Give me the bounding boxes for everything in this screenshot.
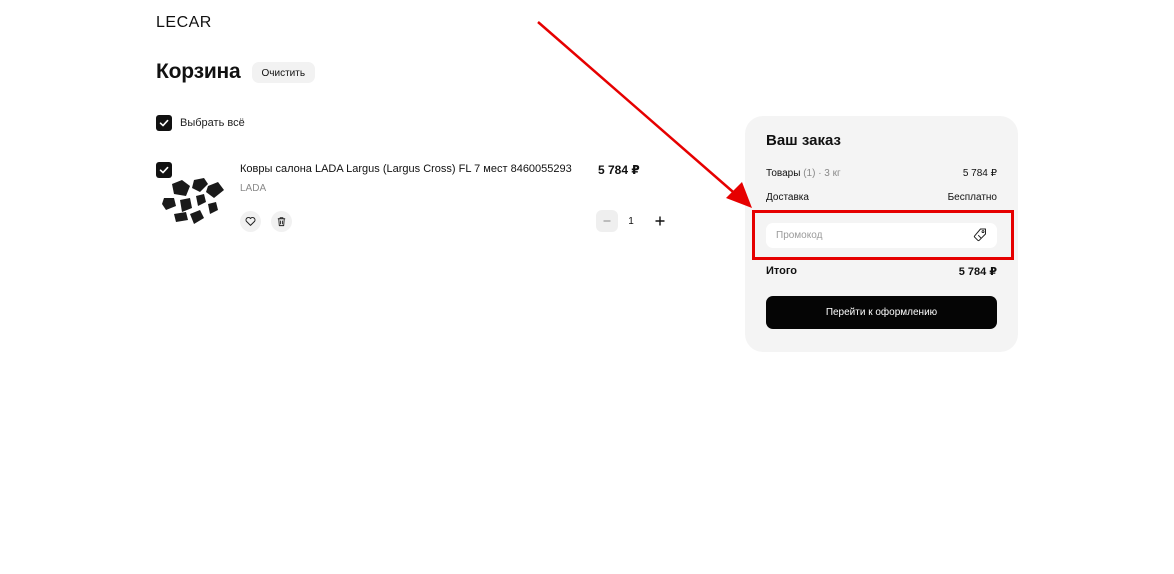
- cart-header: Корзина Очистить: [156, 60, 316, 84]
- select-all-label: Выбрать всё: [180, 117, 245, 129]
- total-label: Итого: [766, 265, 798, 277]
- goods-row: Товары (1) · 3 кг 5 784 ₽: [766, 168, 997, 179]
- quantity-stepper: 1: [596, 210, 671, 232]
- goods-label-group: Товары (1) · 3 кг: [766, 168, 841, 179]
- annotation-highlight-box: [752, 210, 1014, 260]
- checkout-button[interactable]: Перейти к оформлению: [766, 296, 997, 329]
- goods-count: (1): [803, 168, 816, 179]
- check-icon: [159, 119, 169, 127]
- minus-icon: [603, 220, 611, 222]
- total-value: 5 784 ₽: [958, 266, 997, 278]
- goods-price: 5 784 ₽: [962, 168, 997, 179]
- delete-button[interactable]: [271, 211, 292, 232]
- decrease-quantity-button[interactable]: [596, 210, 618, 232]
- product-image[interactable]: [160, 170, 228, 228]
- product-price: 5 784 ₽: [598, 163, 640, 177]
- page-title: Корзина: [156, 60, 241, 83]
- select-all[interactable]: Выбрать всё: [156, 115, 245, 131]
- plus-icon: [655, 216, 665, 226]
- order-summary-title: Ваш заказ: [766, 132, 841, 149]
- delivery-value: Бесплатно: [947, 192, 997, 203]
- heart-icon: [245, 217, 256, 226]
- clear-cart-button[interactable]: Очистить: [251, 61, 316, 83]
- total-row: Итого 5 784 ₽: [766, 265, 997, 278]
- favorite-button[interactable]: [240, 211, 261, 232]
- product-brand: LADA: [240, 183, 267, 194]
- product-name[interactable]: Ковры салона LADA Largus (Largus Cross) …: [240, 163, 572, 175]
- select-all-checkbox[interactable]: [156, 115, 172, 131]
- goods-weight: · 3 кг: [818, 168, 841, 179]
- trash-icon: [277, 217, 286, 227]
- increase-quantity-button[interactable]: [649, 210, 671, 232]
- delivery-row: Доставка Бесплатно: [766, 192, 997, 203]
- goods-label: Товары: [766, 168, 801, 179]
- logo[interactable]: LECAR: [156, 14, 212, 32]
- quantity-value: 1: [628, 215, 634, 227]
- cart-item: Ковры салона LADA Largus (Largus Cross) …: [156, 162, 676, 242]
- delivery-label: Доставка: [766, 192, 809, 203]
